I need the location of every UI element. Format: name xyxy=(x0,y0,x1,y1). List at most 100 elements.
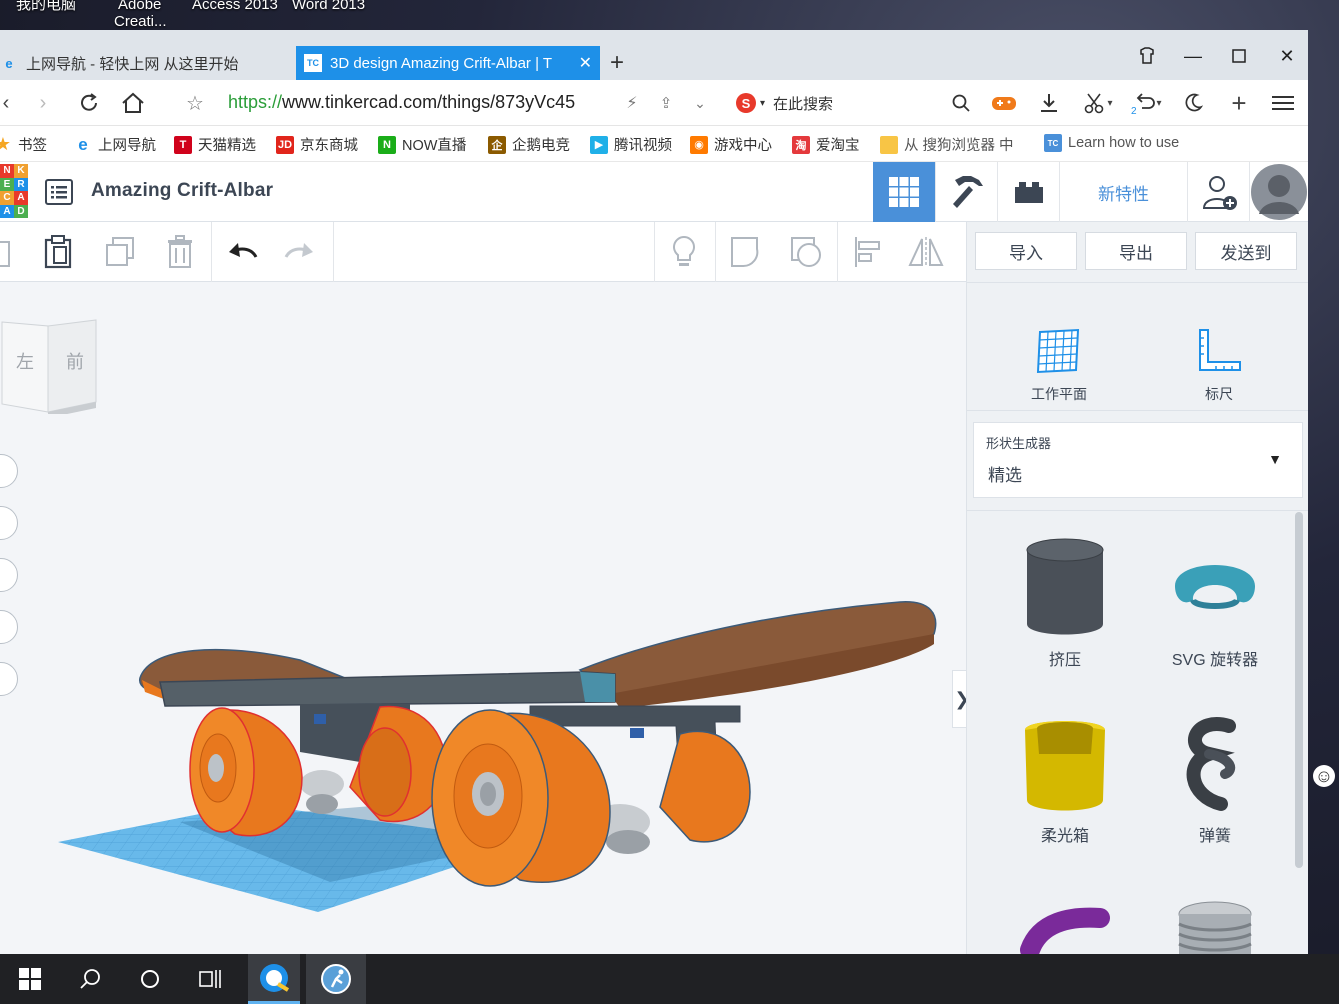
import-button[interactable]: 导入 xyxy=(975,232,1077,270)
lightning-icon[interactable]: ⚡ xyxy=(622,90,642,116)
bookmark-item[interactable]: JD 京东商城 xyxy=(276,134,358,155)
paste-icon[interactable] xyxy=(40,234,76,270)
chevron-right-icon: ❯ xyxy=(954,689,966,710)
tab-tinkercad[interactable]: TC 3D design Amazing Crift-Albar | T ✕ xyxy=(296,46,600,80)
shape-softbox[interactable]: 柔光箱 xyxy=(995,712,1135,846)
minimize-button[interactable]: — xyxy=(1178,44,1208,68)
close-window-button[interactable]: ✕ xyxy=(1272,44,1302,68)
search-engine-dropdown-icon[interactable]: ▾ xyxy=(760,98,765,109)
spring-icon xyxy=(1186,717,1236,811)
shape-svg-revolver[interactable]: SVG 旋转器 xyxy=(1145,536,1285,670)
soft-box-icon xyxy=(1025,721,1105,811)
tencent-video-icon: ▶ xyxy=(590,135,608,154)
shape-tube-bend[interactable] xyxy=(995,902,1135,954)
export-button[interactable]: 导出 xyxy=(1085,232,1187,270)
ungroup-icon[interactable] xyxy=(788,234,824,270)
tab-navigation[interactable]: e 上网导航 - 轻快上网 从这里开始 xyxy=(0,46,290,80)
ruler-tool[interactable]: 标尺 xyxy=(1169,326,1269,406)
desktop-icon-word[interactable]: Word 2013 xyxy=(292,0,365,13)
scissors-icon[interactable]: ▾ xyxy=(1078,90,1118,116)
undo-icon[interactable] xyxy=(224,234,260,270)
sogou-search-icon[interactable]: S xyxy=(736,93,756,113)
bookmark-item[interactable]: e 上网导航 xyxy=(74,134,156,155)
undo-history-icon[interactable]: ▾ 2 xyxy=(1128,90,1168,117)
copy-icon[interactable] xyxy=(0,234,18,270)
cortana-icon[interactable] xyxy=(120,954,180,1004)
redo-icon[interactable] xyxy=(282,234,318,270)
invite-user-button[interactable] xyxy=(1187,162,1249,222)
side-emoji-icon[interactable]: ☺ xyxy=(1313,765,1335,787)
search-icon[interactable] xyxy=(950,90,972,116)
search-icon[interactable] xyxy=(60,954,120,1004)
back-icon[interactable]: ‹ xyxy=(0,90,12,116)
star-bookmark-icon[interactable]: ☆ xyxy=(182,90,208,116)
taobao-icon: 淘 xyxy=(792,135,810,154)
home-icon[interactable] xyxy=(120,90,146,116)
panel-collapse-button[interactable]: ❯ xyxy=(952,670,966,728)
desktop-icon-adobe-sub[interactable]: Creati... xyxy=(114,13,167,30)
chevron-down-icon[interactable]: ⌄ xyxy=(690,90,710,116)
taskbar-browser-app[interactable] xyxy=(248,954,300,1004)
gamepad-icon[interactable] xyxy=(990,90,1018,116)
shape-extrude[interactable]: 挤压 xyxy=(995,536,1135,670)
taskbar-running-app[interactable] xyxy=(306,954,366,1004)
group-icon[interactable] xyxy=(728,234,764,270)
shape-library-selected: 精选 xyxy=(988,466,1022,485)
game-center-icon: ◉ xyxy=(690,135,708,154)
skateboard-model[interactable] xyxy=(0,282,966,954)
address-bar[interactable]: https://www.tinkercad.com/things/873yVc4… xyxy=(228,92,575,113)
brick-icon xyxy=(1014,182,1043,203)
duplicate-icon[interactable] xyxy=(102,234,138,270)
3d-view-button[interactable] xyxy=(873,162,935,222)
pickaxe-icon xyxy=(952,176,983,208)
plus-icon[interactable]: + xyxy=(1226,88,1252,118)
bookmark-item[interactable]: 从 搜狗浏览器 中 xyxy=(880,134,1014,155)
desktop-icon-my-computer[interactable]: 我的电脑 xyxy=(16,0,76,13)
ie-icon: e xyxy=(74,135,92,154)
user-avatar[interactable] xyxy=(1249,162,1308,222)
bookmark-item[interactable]: N NOW直播 xyxy=(378,134,466,155)
bookmark-item[interactable]: ▶ 腾讯视频 xyxy=(590,134,672,155)
bookmark-item[interactable]: 企企鹅电竞 xyxy=(488,134,570,155)
new-tab-button[interactable]: + xyxy=(610,46,640,80)
shape-thread[interactable] xyxy=(1145,898,1285,954)
workspace-canvas[interactable]: 左 前 xyxy=(0,282,966,954)
design-title[interactable]: Amazing Crift-Albar xyxy=(91,180,273,202)
task-view-icon[interactable] xyxy=(180,954,240,1004)
mirror-icon[interactable] xyxy=(908,234,944,270)
bookmark-item[interactable]: T 天猫精选 xyxy=(174,134,256,155)
windows-start-icon[interactable] xyxy=(0,954,60,1004)
desktop-icon-access[interactable]: Access 2013 xyxy=(192,0,278,13)
design-list-icon[interactable] xyxy=(44,178,74,206)
lightbulb-icon[interactable] xyxy=(666,234,702,270)
bookmark-folder[interactable]: ★ 书签 xyxy=(0,134,47,155)
download-icon[interactable] xyxy=(1036,90,1062,116)
shape-spring[interactable]: 弹簧 xyxy=(1145,712,1285,846)
trash-icon[interactable] xyxy=(162,234,198,270)
shirt-skin-icon[interactable] xyxy=(1132,44,1162,68)
desktop-icon-adobe[interactable]: Adobe xyxy=(118,0,161,13)
search-box[interactable]: S ▾ 在此搜索 xyxy=(736,90,976,116)
share-icon[interactable]: ⇪ xyxy=(656,90,676,116)
menu-icon[interactable] xyxy=(1270,90,1296,116)
shape-library-dropdown[interactable]: 形状生成器 精选 ▼ xyxy=(973,422,1303,498)
tab-close-icon[interactable]: ✕ xyxy=(579,53,592,73)
send-to-button[interactable]: 发送到 xyxy=(1195,232,1297,270)
refresh-icon[interactable] xyxy=(76,90,102,116)
panel-scrollbar[interactable] xyxy=(1295,512,1303,868)
lego-brick-button[interactable] xyxy=(997,162,1059,222)
bent-tube-icon xyxy=(1020,907,1110,954)
tinkercad-logo[interactable]: N K E R C A A D xyxy=(0,164,28,218)
night-mode-icon[interactable] xyxy=(1180,90,1206,116)
maximize-button[interactable] xyxy=(1224,44,1254,68)
forward-icon[interactable]: › xyxy=(30,90,56,116)
align-icon[interactable] xyxy=(850,234,886,270)
new-features-button[interactable]: 新特性 xyxy=(1059,162,1187,222)
minecraft-pickaxe-button[interactable] xyxy=(935,162,997,222)
workplane-tool[interactable]: 工作平面 xyxy=(1009,326,1109,406)
dropdown-arrow-icon: ▼ xyxy=(1268,451,1282,467)
bookmark-item[interactable]: 淘爱淘宝 xyxy=(792,134,860,155)
search-input[interactable]: 在此搜索 xyxy=(773,93,833,114)
bookmark-item[interactable]: TC Learn how to use xyxy=(1044,134,1179,152)
bookmark-item[interactable]: ◉ 游戏中心 xyxy=(690,134,772,155)
